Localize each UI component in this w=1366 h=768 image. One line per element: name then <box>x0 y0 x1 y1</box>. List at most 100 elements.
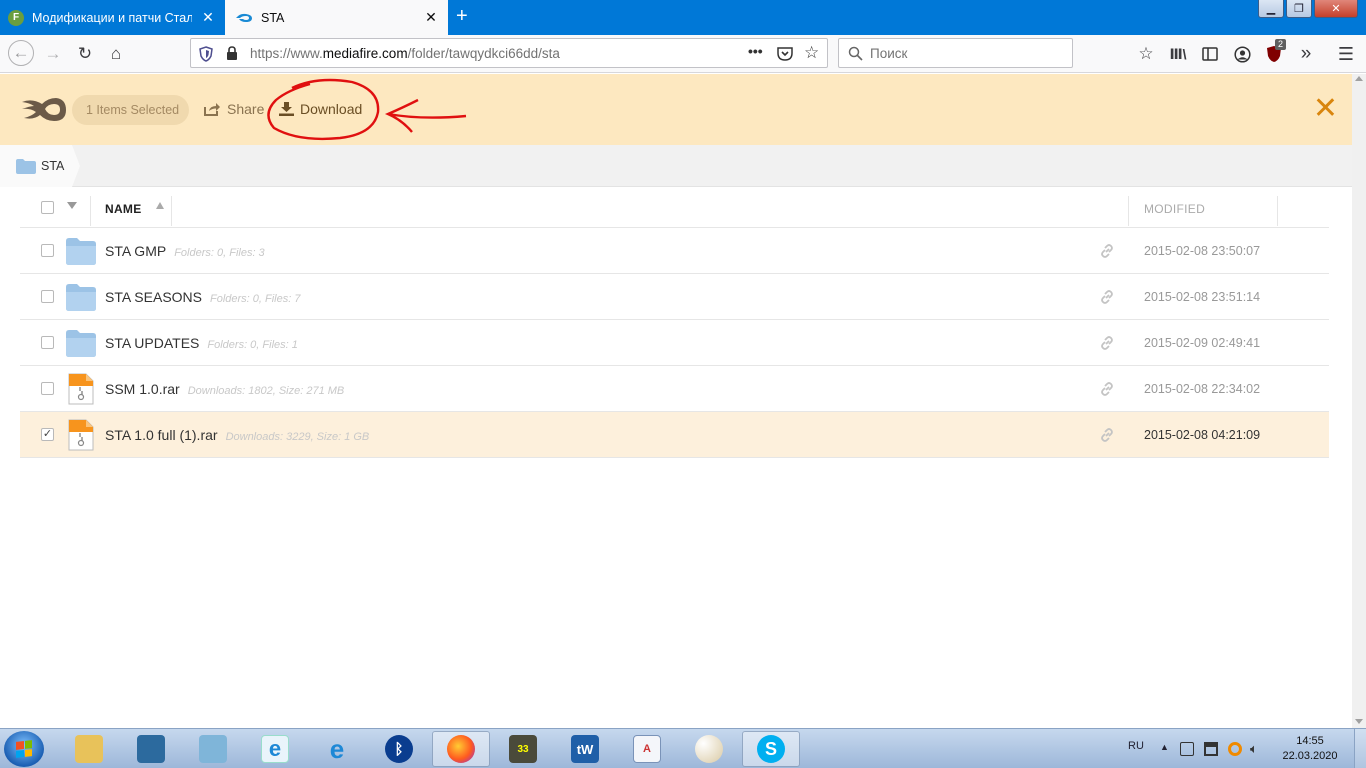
url-text[interactable]: https://www.mediafire.com/folder/tawqydk… <box>250 46 560 61</box>
taskbar-toolbox[interactable] <box>124 731 178 767</box>
link-icon[interactable] <box>1099 289 1115 305</box>
row-checkbox[interactable] <box>41 244 54 257</box>
taskbar-network-users[interactable] <box>186 731 240 767</box>
select-menu-caret-icon[interactable] <box>67 202 77 209</box>
account-icon[interactable] <box>1231 43 1253 65</box>
link-icon[interactable] <box>1099 335 1115 351</box>
tab-sta[interactable]: STA ✕ <box>225 0 448 35</box>
column-divider <box>1128 196 1129 226</box>
table-row[interactable]: STA UPDATES Folders: 0, Files: 1 2015-02-… <box>20 320 1329 366</box>
back-button[interactable]: ← <box>8 40 34 66</box>
overflow-chevron-icon[interactable]: » <box>1295 43 1317 65</box>
table-row[interactable]: SSM 1.0.rar Downloads: 1802, Size: 271 MB… <box>20 366 1329 412</box>
vertical-scrollbar[interactable] <box>1352 74 1366 728</box>
home-button[interactable]: ⌂ <box>105 43 127 65</box>
windows-logo-icon <box>16 740 32 758</box>
modified-date: 2015-02-09 02:49:41 <box>1144 336 1261 350</box>
taskbar-text-editor[interactable]: A <box>620 731 674 767</box>
breadcrumb-label: STA <box>41 159 65 173</box>
shield-icon[interactable] <box>199 46 213 62</box>
share-button[interactable]: Share <box>204 101 264 117</box>
tab-label: Модификации и патчи Стальных <box>32 10 192 25</box>
breadcrumb: STA <box>0 145 1352 187</box>
forum-favicon-icon: F <box>8 9 24 26</box>
bookmark-star-icon[interactable]: ☆ <box>804 43 819 63</box>
reload-button[interactable]: ↻ <box>74 43 96 65</box>
network-icon[interactable] <box>1204 742 1218 756</box>
taskbar-internet-explorer[interactable]: e <box>248 731 302 767</box>
lock-icon[interactable] <box>226 46 238 61</box>
file-name[interactable]: SSM 1.0.rar Downloads: 1802, Size: 271 MB <box>105 381 344 397</box>
table-row-selected[interactable]: ✓ STA 1.0 full (1).rar Downloads: 3229, S… <box>20 412 1329 458</box>
column-divider <box>171 196 172 226</box>
taskbar-game[interactable]: 33 <box>496 731 550 767</box>
tray-expand-icon[interactable]: ▲ <box>1160 742 1169 752</box>
close-window-button[interactable]: ✕ <box>1314 0 1358 18</box>
modified-date: 2015-02-08 04:21:09 <box>1144 428 1261 442</box>
select-all-checkbox[interactable] <box>41 201 54 214</box>
link-icon[interactable] <box>1099 381 1115 397</box>
folder-icon <box>16 158 36 174</box>
show-desktop-button[interactable] <box>1354 729 1366 768</box>
file-name[interactable]: STA UPDATES Folders: 0, Files: 1 <box>105 335 298 351</box>
library-icon[interactable]: Ⅲ\ <box>1167 43 1189 65</box>
url-bar[interactable]: https://www.mediafire.com/folder/tawqydk… <box>190 38 828 68</box>
page-actions-icon[interactable]: ••• <box>748 43 763 59</box>
scroll-up-arrow-icon[interactable] <box>1355 76 1363 81</box>
tab-close-icon[interactable]: ✕ <box>201 10 215 24</box>
skype-icon: S <box>757 735 785 763</box>
volume-icon[interactable]: 🔈︎ <box>1250 742 1264 756</box>
screen: F Модификации и патчи Стальных ✕ STA ✕ +… <box>0 0 1366 768</box>
taskbar-bluetooth[interactable]: ᛒ <box>372 731 426 767</box>
taskbar-tw[interactable]: tW <box>558 731 612 767</box>
taskbar-explorer[interactable] <box>62 731 116 767</box>
selection-toolbar: 1 Items Selected Share Download ✕ <box>0 74 1352 145</box>
row-name-text: STA 1.0 full (1).rar <box>105 427 218 443</box>
mediafire-logo-icon[interactable] <box>20 96 68 124</box>
sidebar-icon[interactable] <box>1199 43 1221 65</box>
file-name[interactable]: STA GMP Folders: 0, Files: 3 <box>105 243 265 259</box>
tab-label: STA <box>261 10 285 25</box>
search-bar[interactable]: Поиск <box>838 38 1073 68</box>
minimize-button[interactable]: ▁ <box>1258 0 1284 18</box>
forward-button[interactable]: → <box>42 43 64 65</box>
scroll-down-arrow-icon[interactable] <box>1355 719 1363 724</box>
row-checkbox-checked[interactable]: ✓ <box>41 428 54 441</box>
language-indicator[interactable]: RU <box>1128 740 1144 752</box>
search-placeholder: Поиск <box>870 46 908 61</box>
close-selection-button[interactable]: ✕ <box>1313 94 1338 124</box>
new-tab-button[interactable]: + <box>456 6 468 26</box>
row-checkbox[interactable] <box>41 290 54 303</box>
tab-mods[interactable]: F Модификации и патчи Стальных ✕ <box>0 0 225 35</box>
sort-ascending-icon[interactable] <box>156 202 164 209</box>
modified-column-header[interactable]: MODIFIED <box>1144 202 1205 216</box>
taskbar-skype[interactable]: S <box>742 731 800 767</box>
taskbar-firefox[interactable] <box>432 731 490 767</box>
taskbar-internet-explorer-alt[interactable]: e <box>310 731 364 767</box>
ublock-badge: 2 <box>1275 39 1287 50</box>
menu-icon[interactable]: ☰ <box>1335 43 1357 65</box>
tray-device-icon[interactable] <box>1180 742 1194 756</box>
name-column-header[interactable]: NAME <box>105 202 142 216</box>
folder-icon <box>66 284 96 311</box>
ublock-shield-icon[interactable]: 2 <box>1263 39 1287 65</box>
taskbar-paint[interactable] <box>682 731 736 767</box>
start-button[interactable] <box>4 731 44 767</box>
clock[interactable]: 14:55 22.03.2020 <box>1280 734 1340 764</box>
bookmarks-star-list-icon[interactable]: ☆ <box>1135 43 1157 65</box>
row-checkbox[interactable] <box>41 382 54 395</box>
row-checkbox[interactable] <box>41 336 54 349</box>
file-name[interactable]: STA SEASONS Folders: 0, Files: 7 <box>105 289 300 305</box>
table-row[interactable]: STA GMP Folders: 0, Files: 3 2015-02-08 2… <box>20 228 1329 274</box>
link-icon[interactable] <box>1099 243 1115 259</box>
maximize-button[interactable]: ❐ <box>1286 0 1312 18</box>
table-row[interactable]: STA SEASONS Folders: 0, Files: 7 2015-02-… <box>20 274 1329 320</box>
breadcrumb-item-sta[interactable]: STA <box>0 145 72 187</box>
link-icon[interactable] <box>1099 427 1115 443</box>
tab-close-icon[interactable]: ✕ <box>424 10 438 24</box>
pocket-icon[interactable] <box>777 46 793 61</box>
file-name[interactable]: STA 1.0 full (1).rar Downloads: 3229, Siz… <box>105 427 369 443</box>
column-divider <box>1277 196 1278 226</box>
antivirus-icon[interactable] <box>1228 742 1242 756</box>
bluetooth-icon: ᛒ <box>385 735 413 763</box>
